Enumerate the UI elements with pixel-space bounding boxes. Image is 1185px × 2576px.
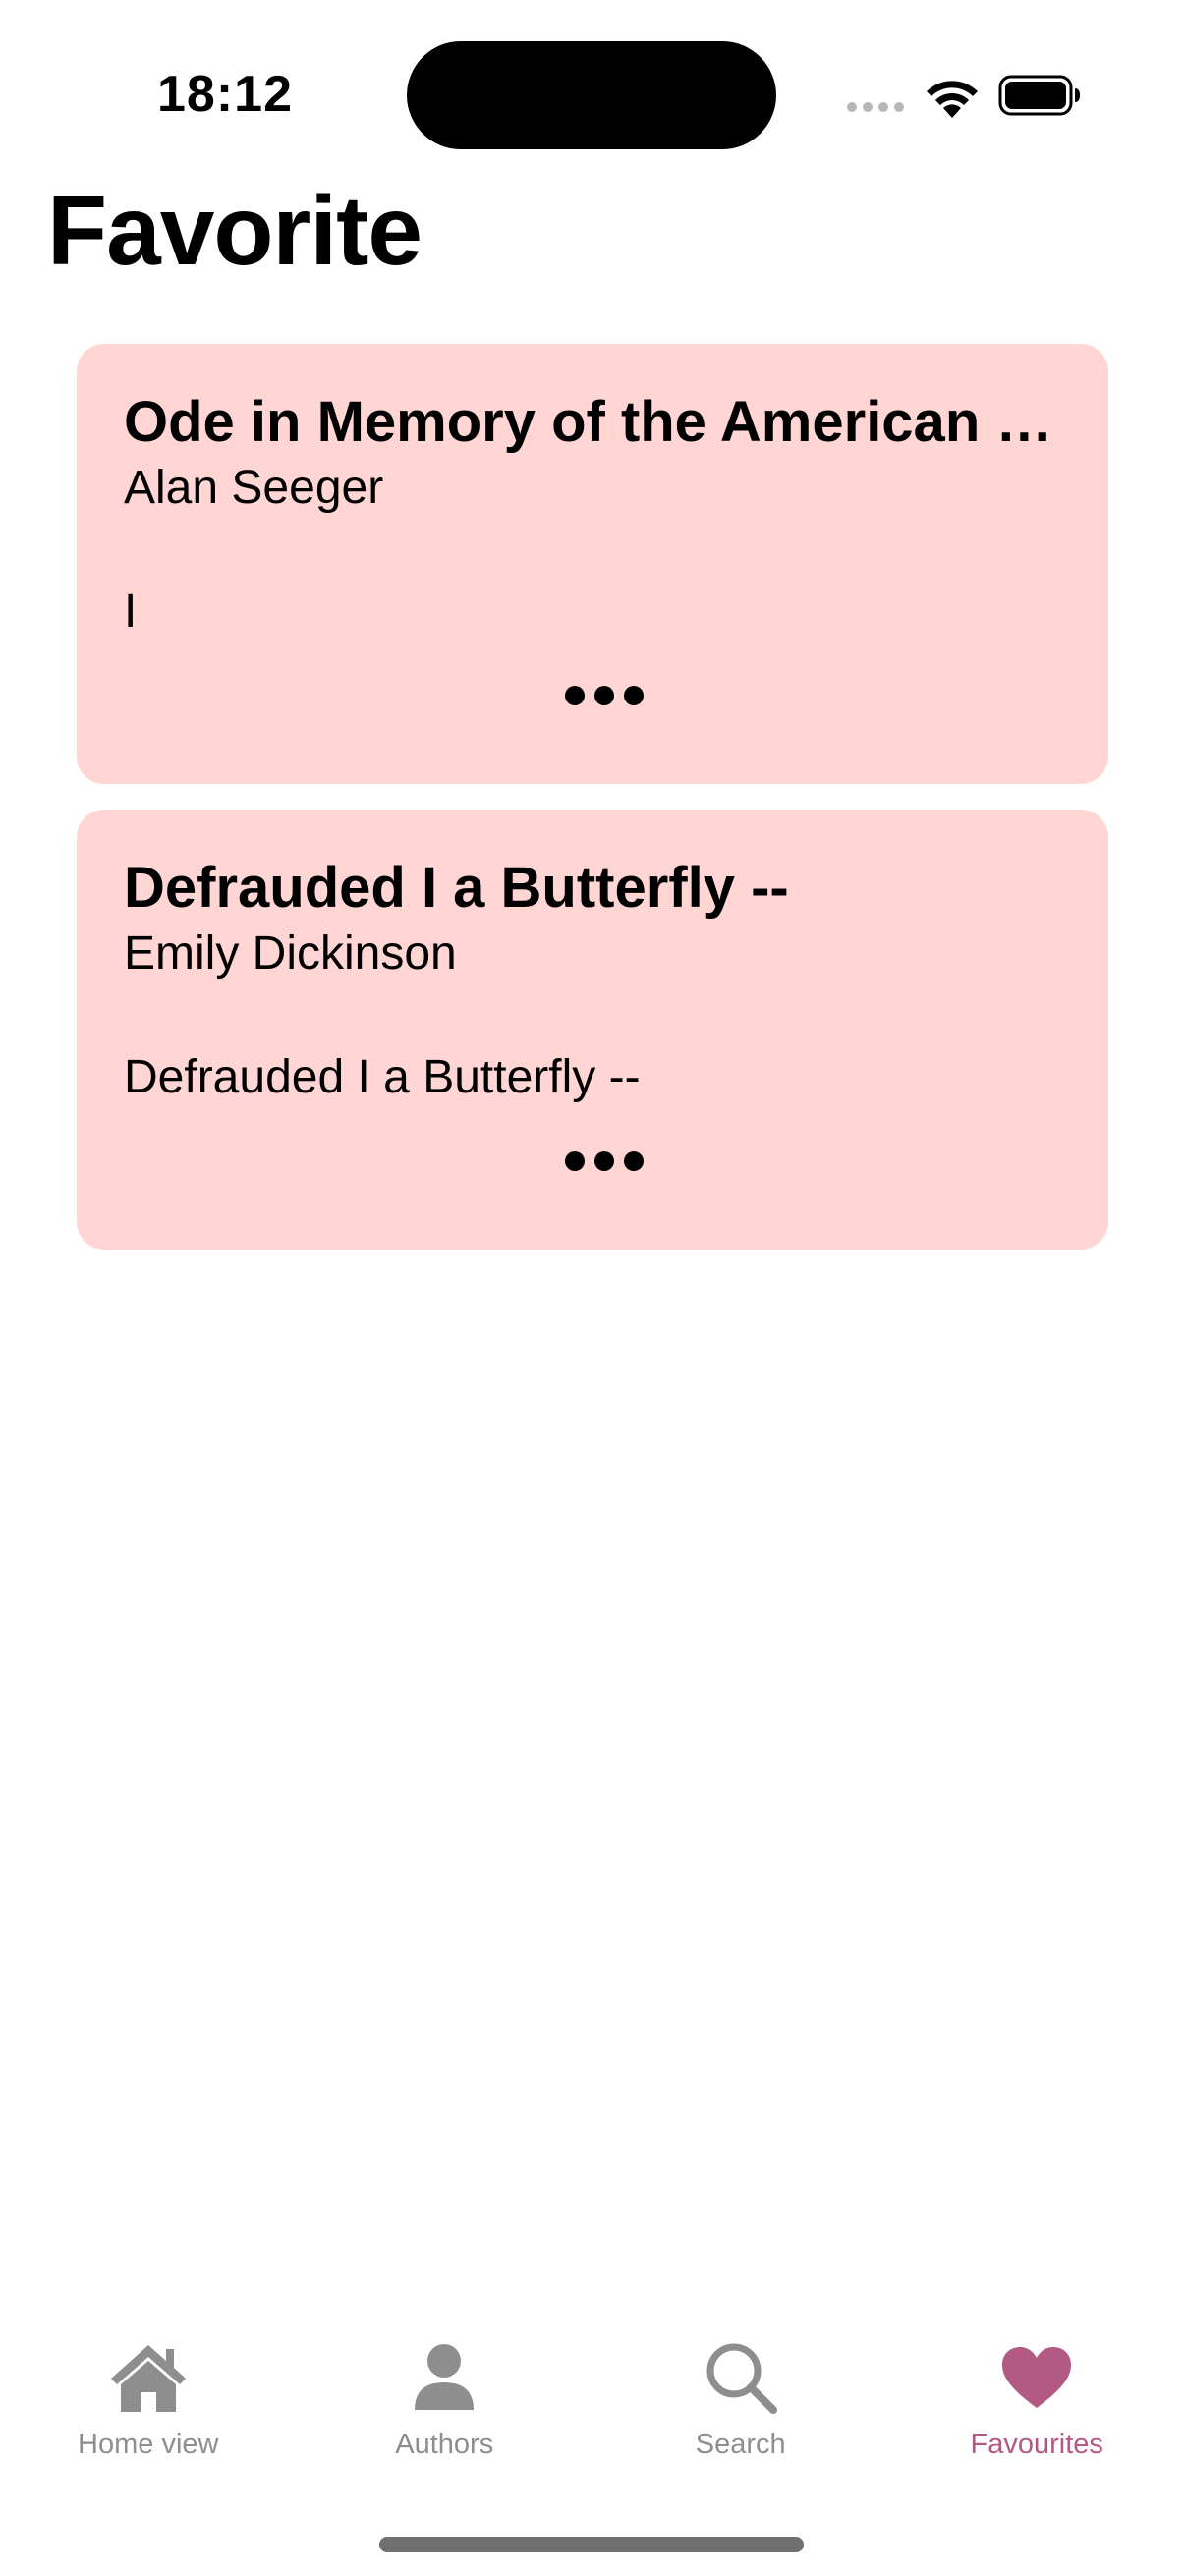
- house-icon: [104, 2338, 193, 2417]
- heart-icon: [992, 2338, 1081, 2417]
- poem-title: Defrauded I a Butterfly --: [124, 856, 789, 920]
- poem-excerpt: I: [124, 586, 138, 638]
- wifi-icon: [927, 81, 978, 118]
- tab-authors[interactable]: Authors: [297, 2338, 593, 2495]
- magnifier-icon: [697, 2338, 785, 2417]
- person-icon: [400, 2338, 488, 2417]
- tab-label: Search: [695, 2429, 786, 2460]
- tab-label: Home view: [78, 2429, 219, 2460]
- tab-favourites[interactable]: Favourites: [889, 2338, 1185, 2495]
- cellular-signal-icon: [847, 102, 904, 112]
- ellipsis-icon: [77, 686, 1108, 705]
- page-title: Favorite: [47, 176, 423, 286]
- home-indicator[interactable]: [379, 2537, 804, 2552]
- battery-icon: [998, 75, 1080, 116]
- poem-title: Ode in Memory of the American Volunteers…: [124, 390, 1061, 454]
- tab-bar: Home view Authors Search Favourites: [0, 2338, 1185, 2495]
- tab-search[interactable]: Search: [592, 2338, 889, 2495]
- favorites-list: Ode in Memory of the American Volunteers…: [77, 344, 1108, 1275]
- ellipsis-icon: [77, 1151, 1108, 1171]
- status-time: 18:12: [157, 66, 293, 123]
- poem-excerpt: Defrauded I a Butterfly --: [124, 1051, 641, 1103]
- tab-label: Authors: [395, 2429, 494, 2460]
- poem-author: Emily Dickinson: [124, 927, 457, 980]
- tab-label: Favourites: [970, 2429, 1103, 2460]
- screen: 18:12 Favorite Ode in Memory of the Amer…: [0, 0, 1185, 2576]
- tab-home-view[interactable]: Home view: [0, 2338, 297, 2495]
- poem-author: Alan Seeger: [124, 462, 384, 514]
- dynamic-island: [407, 41, 776, 149]
- poem-card[interactable]: Defrauded I a Butterfly -- Emily Dickins…: [77, 810, 1108, 1250]
- poem-card[interactable]: Ode in Memory of the American Volunteers…: [77, 344, 1108, 784]
